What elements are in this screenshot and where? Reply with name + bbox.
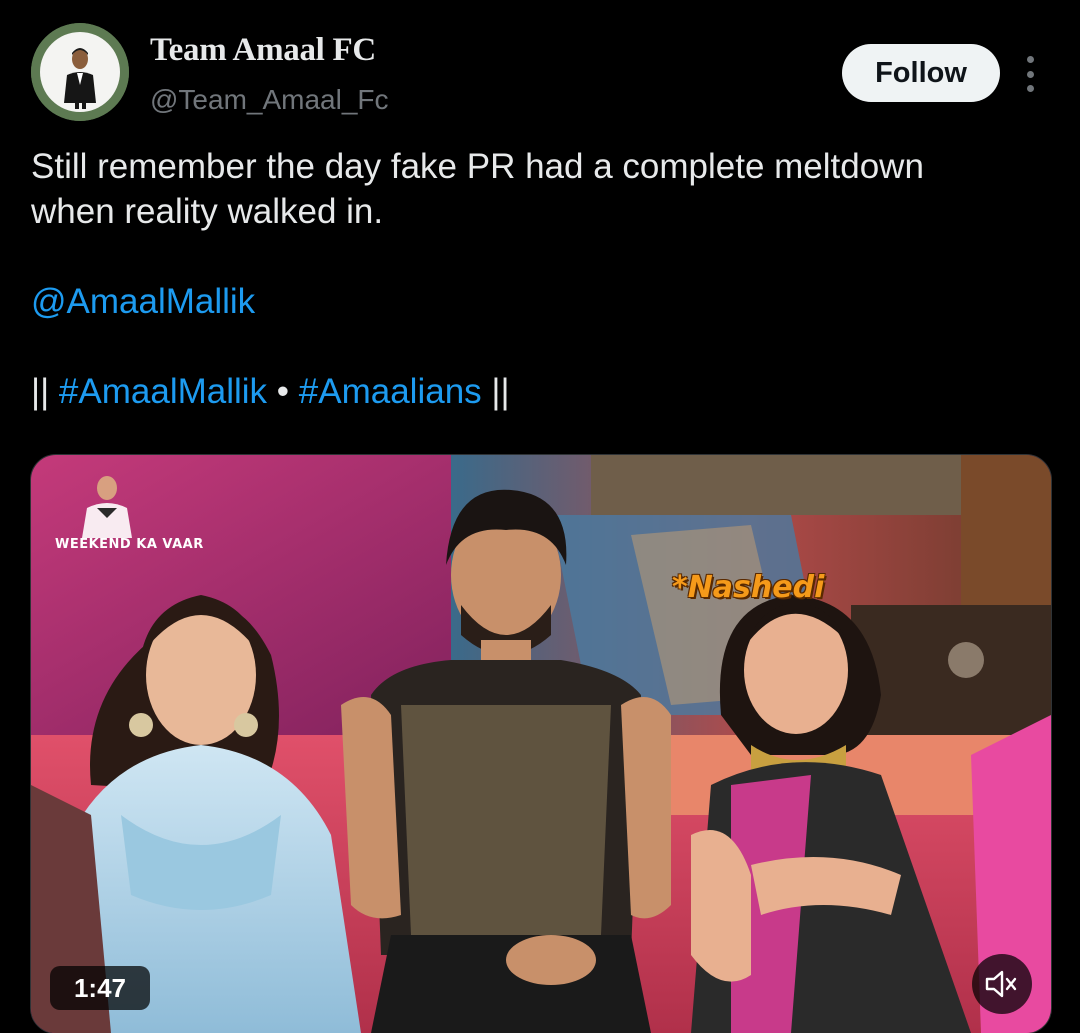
video-caption-overlay: *Nashedi	[672, 570, 825, 605]
hashtag-link[interactable]: #Amaalians	[299, 372, 482, 411]
author-handle[interactable]: @Team_Amaal_Fc	[150, 84, 389, 116]
hashtag-line: || #AmaalMallik • #Amaalians ||	[31, 369, 1051, 414]
tweet-text-line: Still remember the day fake PR had a com…	[31, 147, 924, 186]
profile-avatar-image	[31, 23, 129, 121]
tweet-text: Still remember the day fake PR had a com…	[31, 144, 1051, 414]
tweet-view: Team Amaal FC @Team_Amaal_Fc Follow Stil…	[0, 0, 1080, 1033]
more-dot	[1026, 85, 1034, 92]
tweet-text-line: when reality walked in.	[31, 192, 384, 231]
more-dot	[1026, 70, 1034, 78]
prefix-bars: ||	[31, 372, 50, 411]
hashtag-separator: •	[276, 372, 290, 411]
suffix-bars: ||	[491, 372, 510, 411]
author-display-name[interactable]: Team Amaal FC	[150, 32, 376, 69]
volume-muted-icon[interactable]	[972, 954, 1032, 1014]
follow-button[interactable]: Follow	[842, 44, 1000, 102]
author-avatar[interactable]	[31, 23, 129, 121]
more-vertical-icon[interactable]	[1018, 56, 1042, 92]
hashtag-link[interactable]: #AmaalMallik	[59, 372, 267, 411]
mention-link[interactable]: @AmaalMallik	[31, 282, 255, 321]
video-duration-badge: 1:47	[50, 966, 150, 1010]
show-logo-text: WEEKEND KA VAAR	[55, 537, 204, 552]
show-logo-icon	[82, 476, 132, 538]
more-dot	[1026, 56, 1034, 63]
volume-muted-glyph	[985, 970, 1017, 998]
